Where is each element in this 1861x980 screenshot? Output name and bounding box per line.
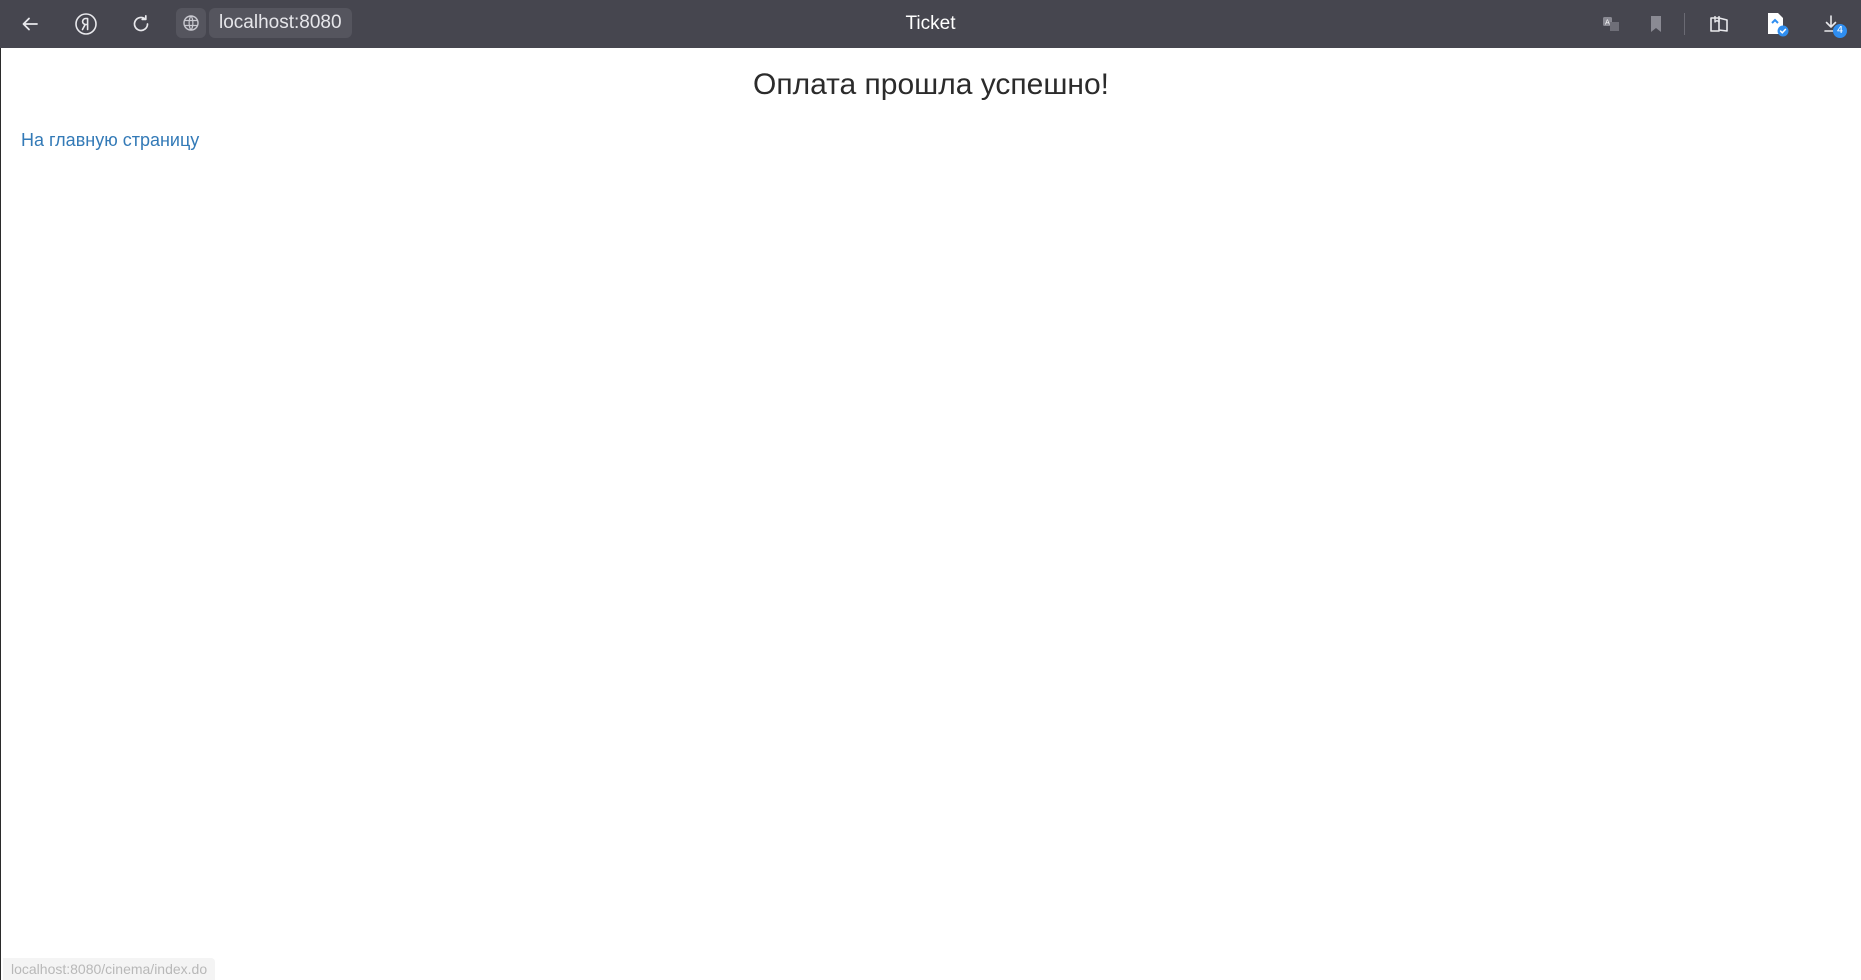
arrow-left-icon xyxy=(22,17,38,31)
address-bar: localhost:8080 xyxy=(176,8,356,38)
status-bar-url: localhost:8080/cinema/index.do xyxy=(3,958,216,980)
home-page-link[interactable]: На главную страницу xyxy=(21,130,199,151)
translate-button[interactable]: A xyxy=(1595,8,1627,40)
extension-button[interactable] xyxy=(1760,8,1792,40)
bookmark-icon xyxy=(1651,16,1661,32)
collections-icon xyxy=(1710,16,1728,32)
downloads-button[interactable]: 4 xyxy=(1816,8,1848,40)
yandex-logo-icon xyxy=(75,13,97,35)
toolbar-divider xyxy=(1684,13,1685,35)
globe-icon xyxy=(183,15,199,31)
reload-icon xyxy=(133,14,149,32)
yandex-home-button[interactable] xyxy=(70,8,102,40)
back-button[interactable] xyxy=(14,8,46,40)
downloads-count-badge: 4 xyxy=(1833,24,1847,38)
page-title: Оплата прошла успешно! xyxy=(753,68,1109,101)
collections-button[interactable] xyxy=(1703,8,1735,40)
translate-icon: A xyxy=(1603,17,1619,31)
page-content: Оплата прошла успешно! На главную страни… xyxy=(0,48,1861,980)
browser-toolbar: localhost:8080 Ticket A 4 xyxy=(0,0,1861,48)
site-info-button[interactable] xyxy=(176,8,206,38)
document-check-icon xyxy=(1768,13,1789,37)
svg-text:A: A xyxy=(1605,19,1610,27)
bookmark-button[interactable] xyxy=(1640,8,1672,40)
url-field[interactable]: localhost:8080 xyxy=(209,8,352,38)
reload-button[interactable] xyxy=(125,8,157,40)
